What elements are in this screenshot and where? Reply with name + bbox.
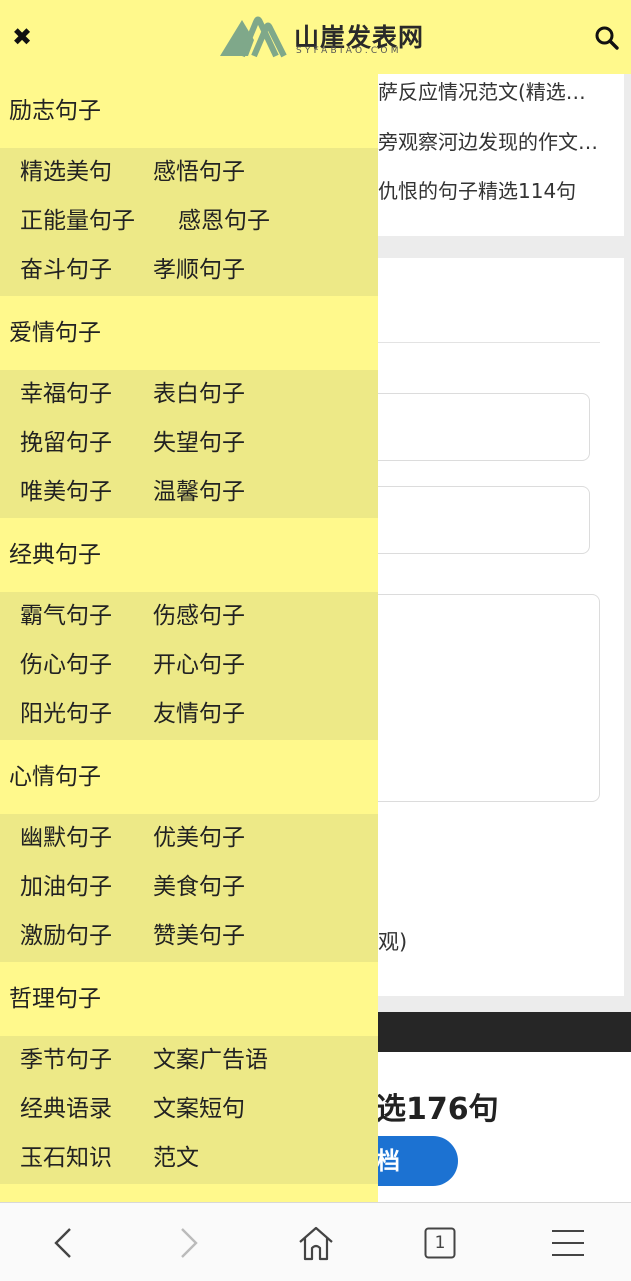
category-title[interactable]: 经典句子	[0, 518, 378, 592]
submenu-item[interactable]: 幽默句子	[20, 823, 112, 853]
submenu-item[interactable]: 激励句子	[20, 921, 112, 951]
submenu-item[interactable]: 加油句子	[20, 872, 112, 902]
hamburger-icon	[552, 1230, 584, 1256]
submenu-item[interactable]: 阳光句子	[20, 699, 112, 729]
submenu-item[interactable]: 精选美句	[20, 157, 112, 187]
form-note: 观)	[378, 930, 408, 954]
submenu-item[interactable]: 季节句子	[20, 1045, 112, 1075]
submenu-item[interactable]: 挽留句子	[20, 428, 112, 458]
submenu-item[interactable]: 温馨句子	[153, 477, 245, 507]
submenu-item[interactable]: 优美句子	[153, 823, 245, 853]
forward-button[interactable]	[168, 1223, 208, 1263]
submenu-item[interactable]: 友情句子	[153, 699, 245, 729]
submenu-item[interactable]: 表白句子	[153, 379, 245, 409]
site-domain: SYFABIAO.COM	[296, 46, 402, 56]
submenu-item[interactable]: 幸福句子	[20, 379, 112, 409]
menu-button[interactable]	[550, 1223, 590, 1263]
mountain-logo-icon	[220, 16, 287, 58]
related-link[interactable]: 仇恨的句子精选114句	[378, 175, 608, 204]
category-submenu: 精选美句 感悟句子 正能量句子 感恩句子奋斗句子 孝顺句子	[0, 148, 378, 296]
divider	[378, 342, 600, 343]
top-header: ✖ 山崖发表网 SYFABIAO.COM	[0, 0, 631, 74]
category-title[interactable]: 励志句子	[0, 74, 378, 148]
chevron-right-icon	[181, 1228, 198, 1258]
category-submenu: 霸气句子 伤感句子伤心句子 开心句子阳光句子 友情句子	[0, 592, 378, 740]
category-title[interactable]: 哲理句子	[0, 962, 378, 1036]
submenu-item[interactable]: 经典语录	[20, 1094, 112, 1124]
category-title[interactable]: 爱情句子	[0, 296, 378, 370]
category-submenu: 季节句子 文案广告语经典语录 文案短句玉石知识 范文	[0, 1036, 378, 1184]
tabs-button[interactable]: 1	[424, 1227, 464, 1267]
related-link[interactable]: 旁观察河边发现的作文…	[378, 126, 608, 155]
category-submenu: 幽默句子 优美句子加油句子 美食句子激励句子 赞美句子	[0, 814, 378, 962]
submenu-item[interactable]: 感悟句子	[153, 157, 245, 187]
submenu-item[interactable]: 孝顺句子	[153, 255, 245, 285]
home-icon	[299, 1226, 333, 1261]
submenu-item[interactable]: 美食句子	[153, 872, 245, 902]
submenu-item[interactable]: 开心句子	[153, 650, 245, 680]
submenu-item[interactable]: 感恩句子	[178, 206, 270, 236]
category-submenu: 幸福句子 表白句子挽留句子 失望句子唯美句子 温馨句子	[0, 370, 378, 518]
search-icon	[595, 26, 619, 50]
submenu-item[interactable]: 赞美句子	[153, 921, 245, 951]
article-heading[interactable]: 选176句	[376, 1084, 499, 1128]
submenu-item[interactable]: 文案广告语	[153, 1045, 268, 1075]
category-title[interactable]: 心情句子	[0, 740, 378, 814]
submenu-item[interactable]: 正能量句子	[20, 206, 135, 236]
submenu-item[interactable]: 文案短句	[153, 1094, 245, 1124]
browser-bottom-nav: 1	[0, 1202, 631, 1281]
submenu-item[interactable]: 唯美句子	[20, 477, 112, 507]
search-button[interactable]	[594, 25, 620, 51]
tab-count: 1	[434, 1233, 446, 1253]
back-button[interactable]	[44, 1223, 84, 1263]
submenu-item[interactable]: 霸气句子	[20, 601, 112, 631]
comment-textarea[interactable]	[340, 594, 600, 802]
close-icon: ✖	[11, 23, 33, 51]
category-drawer: 励志句子精选美句 感悟句子 正能量句子 感恩句子奋斗句子 孝顺句子爱情句子幸福句子 表白句…	[0, 74, 378, 1202]
chevron-left-icon	[54, 1228, 71, 1258]
site-logo[interactable]: 山崖发表网 SYFABIAO.COM	[220, 14, 423, 60]
submenu-item[interactable]: 伤心句子	[20, 650, 112, 680]
submenu-item[interactable]: 范文	[153, 1143, 199, 1173]
submenu-item[interactable]: 奋斗句子	[20, 255, 112, 285]
home-button[interactable]	[296, 1223, 336, 1263]
submenu-item[interactable]: 伤感句子	[153, 601, 245, 631]
submenu-item[interactable]: 玉石知识	[20, 1143, 112, 1173]
related-link[interactable]: 萨反应情况范文(精选…	[378, 76, 608, 105]
submenu-item[interactable]: 失望句子	[153, 428, 245, 458]
close-menu-button[interactable]: ✖	[8, 22, 36, 52]
